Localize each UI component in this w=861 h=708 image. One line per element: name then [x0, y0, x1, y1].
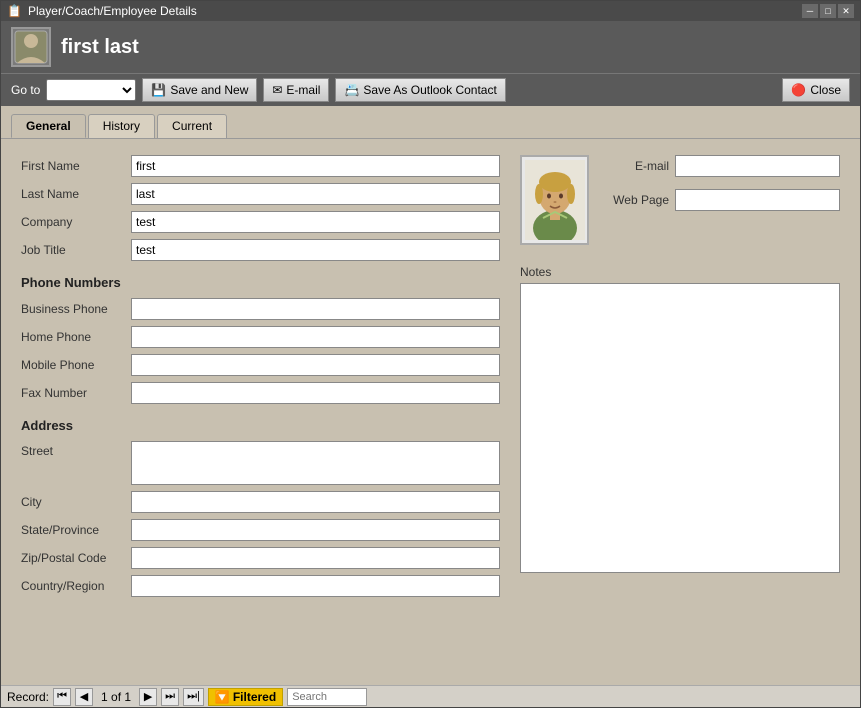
webpage-label: Web Page [599, 193, 669, 207]
home-phone-label: Home Phone [21, 330, 131, 344]
zip-row: Zip/Postal Code [21, 547, 500, 569]
city-input[interactable] [131, 491, 500, 513]
close-icon: 🔴 [791, 83, 806, 97]
home-phone-input[interactable] [131, 326, 500, 348]
last-record-button[interactable]: ⏭ [161, 688, 179, 706]
email-button[interactable]: ✉ E-mail [263, 78, 329, 102]
street-label: Street [21, 441, 131, 458]
state-row: State/Province [21, 519, 500, 541]
mobile-phone-label: Mobile Phone [21, 358, 131, 372]
record-label: Record: [7, 690, 49, 704]
new-record-button[interactable]: ⏭| [183, 688, 204, 706]
job-title-label: Job Title [21, 243, 131, 257]
record-count: 1 of 1 [101, 690, 131, 704]
mobile-phone-row: Mobile Phone [21, 354, 500, 376]
general-tab-content: First Name Last Name Company Job Title P… [1, 139, 860, 685]
next-record-button[interactable]: ▶ [139, 688, 157, 706]
business-phone-label: Business Phone [21, 302, 131, 316]
business-phone-row: Business Phone [21, 298, 500, 320]
header-area: first last [1, 21, 860, 73]
fax-number-label: Fax Number [21, 386, 131, 400]
mobile-phone-input[interactable] [131, 354, 500, 376]
country-row: Country/Region [21, 575, 500, 597]
right-fields: E-mail Web Page [599, 155, 840, 255]
outlook-icon: 📇 [344, 83, 359, 97]
webpage-row: Web Page [599, 189, 840, 211]
email-icon: ✉ [272, 83, 282, 97]
prev-record-button[interactable]: ◀ [75, 688, 93, 706]
tabs-area: General History Current [1, 106, 860, 139]
city-row: City [21, 491, 500, 513]
email-label: E-mail [599, 159, 669, 173]
save-as-outlook-button[interactable]: 📇 Save As Outlook Contact [335, 78, 505, 102]
header-icon [11, 27, 51, 67]
tab-history[interactable]: History [88, 114, 155, 138]
form-right: E-mail Web Page Notes [520, 155, 840, 669]
tab-general[interactable]: General [11, 114, 86, 138]
business-phone-input[interactable] [131, 298, 500, 320]
notes-textarea[interactable] [520, 283, 840, 573]
street-row: Street [21, 441, 500, 485]
close-window-button[interactable]: ✕ [838, 4, 854, 18]
title-bar-text: Player/Coach/Employee Details [28, 4, 197, 18]
company-label: Company [21, 215, 131, 229]
save-icon: 💾 [151, 83, 166, 97]
job-title-row: Job Title [21, 239, 500, 261]
last-name-input[interactable] [131, 183, 500, 205]
state-input[interactable] [131, 519, 500, 541]
company-row: Company [21, 211, 500, 233]
minimize-button[interactable]: ─ [802, 4, 818, 18]
street-input[interactable] [131, 441, 500, 485]
filtered-icon: 🔽 [215, 690, 230, 704]
home-phone-row: Home Phone [21, 326, 500, 348]
notes-section: Notes [520, 265, 840, 576]
first-record-button[interactable]: ⏮ [53, 688, 71, 706]
filtered-badge: 🔽 Filtered [208, 688, 283, 706]
form-left: First Name Last Name Company Job Title P… [21, 155, 500, 669]
last-name-label: Last Name [21, 187, 131, 201]
state-label: State/Province [21, 523, 131, 537]
maximize-button[interactable]: □ [820, 4, 836, 18]
goto-label: Go to [11, 83, 40, 97]
save-and-new-button[interactable]: 💾 Save and New [142, 78, 257, 102]
fax-number-input[interactable] [131, 382, 500, 404]
title-bar: 📋 Player/Coach/Employee Details ─ □ ✕ [1, 1, 860, 21]
city-label: City [21, 495, 131, 509]
country-label: Country/Region [21, 579, 131, 593]
notes-label: Notes [520, 265, 840, 279]
email-row: E-mail [599, 155, 840, 177]
webpage-input[interactable] [675, 189, 840, 211]
zip-input[interactable] [131, 547, 500, 569]
header-title: first last [61, 36, 139, 59]
company-input[interactable] [131, 211, 500, 233]
country-input[interactable] [131, 575, 500, 597]
tab-current[interactable]: Current [157, 114, 227, 138]
search-input[interactable] [287, 688, 367, 706]
goto-select[interactable] [46, 79, 136, 101]
zip-label: Zip/Postal Code [21, 551, 131, 565]
toolbar: Go to 💾 Save and New ✉ E-mail 📇 Save As … [1, 73, 860, 106]
first-name-input[interactable] [131, 155, 500, 177]
phone-section-header: Phone Numbers [21, 275, 500, 290]
main-window: 📋 Player/Coach/Employee Details ─ □ ✕ fi… [0, 0, 861, 708]
first-name-label: First Name [21, 159, 131, 173]
photo-area [520, 155, 589, 245]
status-bar: Record: ⏮ ◀ 1 of 1 ▶ ⏭ ⏭| 🔽 Filtered [1, 685, 860, 707]
email-input[interactable] [675, 155, 840, 177]
close-button[interactable]: 🔴 Close [782, 78, 850, 102]
title-bar-icon: 📋 [7, 4, 22, 18]
last-name-row: Last Name [21, 183, 500, 205]
fax-number-row: Fax Number [21, 382, 500, 404]
address-section-header: Address [21, 418, 500, 433]
job-title-input[interactable] [131, 239, 500, 261]
top-right-section: E-mail Web Page [520, 155, 840, 255]
first-name-row: First Name [21, 155, 500, 177]
